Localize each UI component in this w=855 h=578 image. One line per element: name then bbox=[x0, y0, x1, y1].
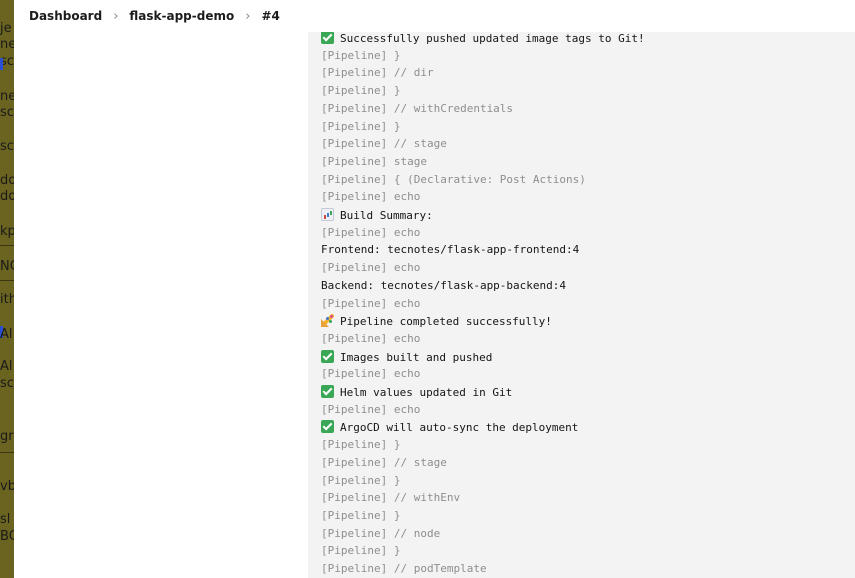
breadcrumb-build-link[interactable]: #4 bbox=[261, 9, 279, 23]
pipeline-step-line: [Pipeline] // node bbox=[321, 527, 440, 541]
pipeline-step-line: [Pipeline] } bbox=[321, 544, 400, 558]
console-line-text: Build Summary: bbox=[340, 209, 433, 222]
console-line-text: [Pipeline] echo bbox=[321, 402, 421, 416]
console-output-line: Build Summary: bbox=[321, 208, 433, 223]
pipeline-step-line: [Pipeline] { (Declarative: Post Actions) bbox=[321, 173, 586, 187]
pipeline-step-line: [Pipeline] echo bbox=[321, 332, 420, 346]
check-mark-icon bbox=[321, 32, 334, 44]
background-text-fragment: gr bbox=[0, 429, 14, 444]
breadcrumb-dashboard-link[interactable]: Dashboard bbox=[29, 9, 102, 23]
pipeline-step-line: [Pipeline] // withEnv bbox=[321, 491, 460, 505]
console-line-text: [Pipeline] } bbox=[321, 84, 401, 98]
pipeline-step-line: [Pipeline] // stage bbox=[321, 137, 447, 151]
bar-chart-icon bbox=[321, 208, 334, 221]
console-line-text: Frontend: tecnotes/flask-app-frontend:4 bbox=[321, 243, 580, 257]
console-line-text: [Pipeline] echo bbox=[321, 261, 421, 275]
console-line-text: [Pipeline] } bbox=[321, 119, 401, 133]
background-divider bbox=[0, 245, 14, 246]
console-line-text: [Pipeline] } bbox=[321, 48, 401, 62]
pipeline-step-line: [Pipeline] echo bbox=[321, 226, 420, 240]
check-mark-icon bbox=[321, 385, 334, 398]
pipeline-step-line: [Pipeline] } bbox=[321, 474, 400, 488]
console-line-text: [Pipeline] // withEnv bbox=[321, 491, 461, 505]
console-line-text: [Pipeline] echo bbox=[321, 296, 421, 310]
background-text-fragment: Al bbox=[0, 359, 13, 374]
console-line-text: [Pipeline] // podTemplate bbox=[321, 562, 487, 575]
background-text-fragment: BC bbox=[0, 529, 14, 544]
chevron-right-icon: › bbox=[245, 8, 251, 24]
background-text-fragment: ne bbox=[0, 37, 14, 52]
console-line-text: [Pipeline] { (Declarative: Post Actions) bbox=[321, 172, 586, 186]
console-output-line: Helm values updated in Git bbox=[321, 385, 512, 400]
party-popper-icon bbox=[321, 314, 334, 328]
pipeline-step-line: [Pipeline] echo bbox=[321, 261, 420, 275]
pipeline-step-line: [Pipeline] // withCredentials bbox=[321, 102, 513, 116]
console-output-line: Frontend: tecnotes/flask-app-frontend:4 bbox=[321, 243, 579, 257]
pipeline-step-line: [Pipeline] } bbox=[321, 84, 400, 98]
background-text-fragment: Al bbox=[0, 327, 13, 342]
console-line-text: [Pipeline] echo bbox=[321, 331, 421, 345]
jenkins-build-console-page: Dashboard › flask-app-demo › #4 Successf… bbox=[14, 0, 855, 578]
console-line-text: [Pipeline] // stage bbox=[321, 137, 447, 151]
console-line-text: [Pipeline] } bbox=[321, 508, 401, 522]
pipeline-step-line: [Pipeline] stage bbox=[321, 155, 427, 169]
console-line-text: [Pipeline] // node bbox=[321, 526, 441, 540]
side-panel bbox=[14, 32, 308, 578]
background-window-strip[interactable]: je ne sc ne sc sc do do kp NC ith Al Al … bbox=[0, 0, 14, 578]
background-link-marker bbox=[0, 58, 3, 70]
pipeline-step-line: [Pipeline] } bbox=[321, 438, 400, 452]
background-text-fragment: do bbox=[0, 189, 14, 204]
background-text-fragment: sc bbox=[0, 376, 14, 391]
check-mark-icon bbox=[321, 349, 334, 363]
console-line-text: [Pipeline] echo bbox=[321, 225, 421, 239]
breadcrumb: Dashboard › flask-app-demo › #4 bbox=[14, 0, 855, 32]
background-text-fragment: sc bbox=[0, 139, 14, 154]
background-text-fragment: je bbox=[0, 21, 12, 36]
background-text-fragment: do bbox=[0, 173, 14, 188]
console-line-text: [Pipeline] stage bbox=[321, 154, 427, 168]
pipeline-step-line: [Pipeline] } bbox=[321, 49, 400, 63]
console-output-line: ArgoCD will auto-sync the deployment bbox=[321, 420, 578, 435]
pipeline-step-line: [Pipeline] echo bbox=[321, 297, 420, 311]
console-line-text: [Pipeline] // stage bbox=[321, 455, 447, 469]
console-output-line: Images built and pushed bbox=[321, 349, 493, 365]
console-output-line: Successfully pushed updated image tags t… bbox=[321, 32, 645, 46]
background-text-fragment: ne bbox=[0, 89, 14, 104]
console-line-text: [Pipeline] // withCredentials bbox=[321, 101, 514, 115]
console-line-text: [Pipeline] } bbox=[321, 473, 401, 487]
console-line-text: Helm values updated in Git bbox=[340, 386, 513, 399]
console-line-text: [Pipeline] echo bbox=[321, 367, 421, 381]
pipeline-step-line: [Pipeline] // dir bbox=[321, 66, 434, 80]
pipeline-step-line: [Pipeline] echo bbox=[321, 367, 420, 381]
background-divider bbox=[0, 452, 14, 453]
breadcrumb-job-link[interactable]: flask-app-demo bbox=[129, 9, 234, 23]
background-text-fragment: NC bbox=[0, 259, 14, 274]
console-output-line: Backend: tecnotes/flask-app-backend:4 bbox=[321, 279, 566, 293]
console-line-text: Pipeline completed successfully! bbox=[340, 315, 552, 329]
console-line-text: ArgoCD will auto-sync the deployment bbox=[340, 421, 579, 435]
console-output[interactable]: Successfully pushed updated image tags t… bbox=[308, 32, 855, 578]
background-text-fragment: vb bbox=[0, 479, 14, 494]
pipeline-step-line: [Pipeline] // podTemplate bbox=[321, 562, 487, 576]
background-text-fragment: sl bbox=[0, 512, 11, 527]
console-line-text: Images built and pushed bbox=[340, 350, 493, 364]
pipeline-step-line: [Pipeline] echo bbox=[321, 403, 420, 417]
pipeline-step-line: [Pipeline] } bbox=[321, 120, 400, 134]
console-line-text: [Pipeline] } bbox=[321, 438, 401, 452]
background-divider bbox=[0, 280, 14, 281]
pipeline-step-line: [Pipeline] } bbox=[321, 509, 400, 523]
check-mark-icon bbox=[321, 420, 334, 434]
console-output-line: Pipeline completed successfully! bbox=[321, 314, 552, 329]
background-text-fragment: kp bbox=[0, 224, 14, 239]
console-line-text: [Pipeline] } bbox=[321, 544, 401, 558]
console-line-text: [Pipeline] echo bbox=[321, 190, 421, 204]
console-line-text: [Pipeline] // dir bbox=[321, 66, 434, 80]
chevron-right-icon: › bbox=[113, 8, 119, 24]
background-text-fragment: sc bbox=[0, 105, 14, 120]
background-text-fragment: ith bbox=[0, 292, 14, 307]
console-line-text: Successfully pushed updated image tags t… bbox=[340, 32, 645, 45]
pipeline-step-line: [Pipeline] // stage bbox=[321, 456, 447, 470]
console-line-text: Backend: tecnotes/flask-app-backend:4 bbox=[321, 278, 567, 292]
pipeline-step-line: [Pipeline] echo bbox=[321, 190, 420, 204]
